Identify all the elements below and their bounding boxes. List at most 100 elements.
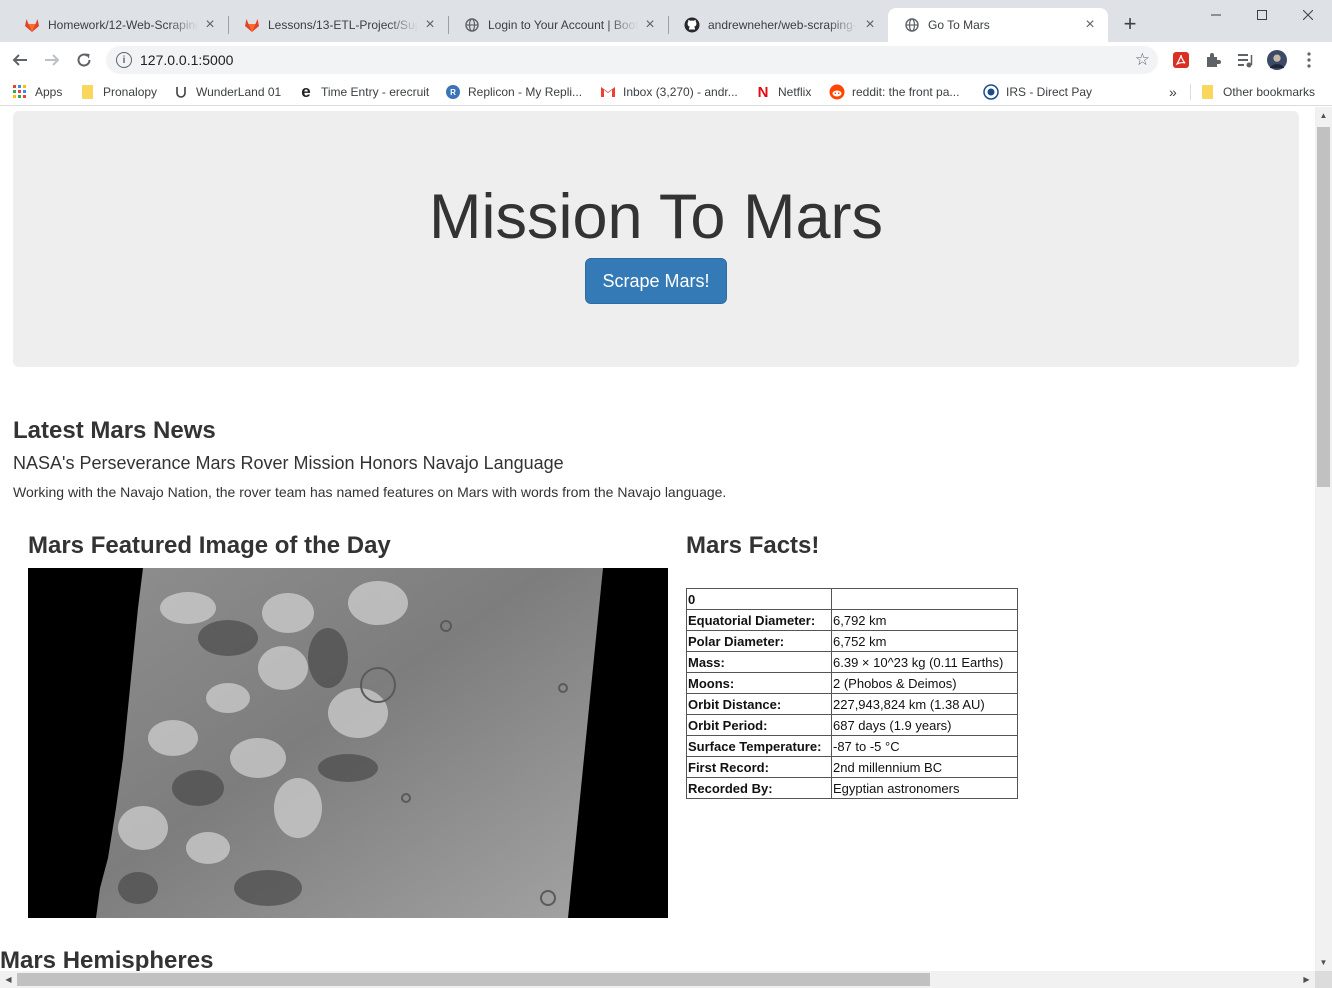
maximize-icon[interactable] bbox=[1239, 0, 1285, 30]
vertical-scrollbar[interactable]: ▲ ▼ bbox=[1315, 107, 1332, 971]
tab-go-to-mars[interactable]: Go To Mars × bbox=[888, 8, 1108, 42]
fact-value: Egyptian astronomers bbox=[831, 777, 1018, 799]
hemispheres-heading: Mars Hemispheres bbox=[0, 947, 214, 971]
bookmark-reddit[interactable]: reddit: the front pa... bbox=[829, 83, 959, 101]
bookmark-label: Time Entry - erecruit bbox=[321, 85, 430, 99]
featured-image-heading: Mars Featured Image of the Day bbox=[28, 532, 391, 559]
minimize-icon[interactable] bbox=[1193, 0, 1239, 30]
table-row: Mass: 6.39 × 10^23 kg (0.11 Earths) bbox=[686, 651, 1018, 673]
fact-label: First Record: bbox=[686, 756, 832, 778]
bookmark-label: Apps bbox=[35, 85, 63, 99]
new-tab-button[interactable]: + bbox=[1118, 13, 1142, 37]
tab-title: Homework/12-Web-Scraping bbox=[48, 18, 198, 32]
table-header-row: 0 bbox=[686, 588, 1018, 610]
fact-label: Orbit Distance: bbox=[686, 693, 832, 715]
close-icon[interactable]: × bbox=[642, 17, 658, 33]
table-row: Orbit Period: 687 days (1.9 years) bbox=[686, 714, 1018, 736]
folder-icon bbox=[80, 84, 96, 100]
folder-icon bbox=[1200, 84, 1216, 100]
globe-icon bbox=[464, 17, 480, 33]
bookmark-label: IRS - Direct Pay bbox=[1006, 85, 1093, 99]
tab-title: Login to Your Account | Boot bbox=[488, 18, 638, 32]
netflix-icon: N bbox=[757, 83, 769, 101]
featured-image bbox=[28, 568, 668, 918]
fact-value: 2nd millennium BC bbox=[831, 756, 1018, 778]
address-bar[interactable]: i 127.0.0.1:5000 ☆ bbox=[106, 46, 1158, 74]
reload-icon[interactable] bbox=[72, 48, 96, 72]
back-arrow-icon[interactable] bbox=[8, 48, 32, 72]
horizontal-scroll-thumb[interactable] bbox=[17, 973, 930, 986]
horizontal-scrollbar[interactable]: ◀ ▶ bbox=[0, 971, 1315, 988]
irs-icon bbox=[983, 84, 999, 100]
bookmark-wunderland[interactable]: WunderLand 01 bbox=[173, 83, 281, 101]
extensions-puzzle-icon[interactable] bbox=[1203, 50, 1223, 70]
table-header-cell bbox=[831, 588, 1018, 610]
table-row: Moons: 2 (Phobos & Deimos) bbox=[686, 672, 1018, 694]
bookmark-other-bookmarks[interactable]: Other bookmarks bbox=[1200, 83, 1315, 101]
fact-value: 2 (Phobos & Deimos) bbox=[831, 672, 1018, 694]
bookmark-pronalopy[interactable]: Pronalopy bbox=[80, 83, 157, 101]
close-icon[interactable]: × bbox=[862, 17, 878, 33]
forward-arrow-icon[interactable] bbox=[40, 48, 64, 72]
fact-label: Orbit Period: bbox=[686, 714, 832, 736]
close-icon[interactable]: × bbox=[1082, 17, 1098, 33]
gitlab-icon bbox=[24, 17, 40, 33]
fact-value: 6,752 km bbox=[831, 630, 1018, 652]
fact-label: Surface Temperature: bbox=[686, 735, 832, 757]
scroll-right-arrow-icon[interactable]: ▶ bbox=[1298, 971, 1315, 988]
reddit-icon bbox=[829, 84, 845, 100]
tab-homework[interactable]: Homework/12-Web-Scraping × bbox=[8, 8, 228, 42]
fact-label: Polar Diameter: bbox=[686, 630, 832, 652]
apps-grid-icon bbox=[12, 84, 28, 100]
fact-value: -87 to -5 °C bbox=[831, 735, 1018, 757]
tab-lessons[interactable]: Lessons/13-ETL-Project/Supp × bbox=[228, 8, 448, 42]
info-icon[interactable]: i bbox=[116, 52, 132, 68]
fact-value: 6,792 km bbox=[831, 609, 1018, 631]
acrobat-icon[interactable] bbox=[1171, 50, 1191, 70]
bookmark-apps[interactable]: Apps bbox=[12, 83, 62, 101]
globe-icon bbox=[904, 17, 920, 33]
fact-label: Mass: bbox=[686, 651, 832, 673]
bookmarks-overflow-chevron-icon[interactable]: » bbox=[1169, 83, 1177, 101]
bookmarks-bar: Apps Pronalopy WunderLand 01 e Time Entr… bbox=[0, 78, 1332, 106]
table-row: Recorded By: Egyptian astronomers bbox=[686, 777, 1018, 799]
scrape-mars-button[interactable]: Scrape Mars! bbox=[585, 258, 727, 304]
tab-title: Go To Mars bbox=[928, 18, 990, 32]
bookmark-label: Other bookmarks bbox=[1223, 85, 1316, 99]
bookmark-replicon[interactable]: R Replicon - My Repli... bbox=[445, 83, 582, 101]
mars-facts-table: 0 Equatorial Diameter: 6,792 km Polar Dia… bbox=[686, 588, 1018, 799]
table-header-cell: 0 bbox=[686, 588, 832, 610]
fact-value: 687 days (1.9 years) bbox=[831, 714, 1018, 736]
scroll-left-arrow-icon[interactable]: ◀ bbox=[0, 971, 17, 988]
window-close-icon[interactable] bbox=[1285, 0, 1331, 30]
tab-login[interactable]: Login to Your Account | Boot × bbox=[448, 8, 668, 42]
star-icon[interactable]: ☆ bbox=[1135, 50, 1150, 70]
bookmark-label: WunderLand 01 bbox=[196, 85, 282, 99]
browser-toolbar: i 127.0.0.1:5000 ☆ bbox=[0, 42, 1332, 78]
table-row: Equatorial Diameter: 6,792 km bbox=[686, 609, 1018, 631]
page-title: Mission To Mars bbox=[429, 182, 883, 252]
bookmark-time-entry[interactable]: e Time Entry - erecruit bbox=[298, 82, 430, 101]
edge-e-icon: e bbox=[301, 82, 311, 101]
gmail-icon bbox=[600, 84, 616, 100]
tab-github[interactable]: andrewneher/web-scraping-c × bbox=[668, 8, 888, 42]
close-icon[interactable]: × bbox=[422, 17, 438, 33]
bookmark-netflix[interactable]: N Netflix bbox=[755, 83, 812, 101]
close-icon[interactable]: × bbox=[202, 17, 218, 33]
profile-avatar[interactable] bbox=[1267, 50, 1287, 70]
vertical-scroll-thumb[interactable] bbox=[1317, 127, 1330, 487]
media-queue-icon[interactable] bbox=[1235, 50, 1255, 70]
fact-label: Equatorial Diameter: bbox=[686, 609, 832, 631]
fact-label: Recorded By: bbox=[686, 777, 832, 799]
fact-value: 6.39 × 10^23 kg (0.11 Earths) bbox=[831, 651, 1018, 673]
more-menu-icon[interactable] bbox=[1299, 50, 1319, 70]
bookmark-irs[interactable]: IRS - Direct Pay bbox=[983, 83, 1092, 101]
bookmark-gmail[interactable]: Inbox (3,270) - andr... bbox=[600, 83, 738, 101]
replicon-icon: R bbox=[445, 84, 461, 100]
scroll-up-arrow-icon[interactable]: ▲ bbox=[1315, 107, 1332, 124]
scroll-down-arrow-icon[interactable]: ▼ bbox=[1315, 954, 1332, 971]
bookmark-label: Pronalopy bbox=[103, 85, 158, 99]
bookmark-label: Replicon - My Repli... bbox=[468, 85, 583, 99]
scrollbar-corner bbox=[1315, 971, 1332, 988]
svg-text:R: R bbox=[450, 88, 456, 97]
